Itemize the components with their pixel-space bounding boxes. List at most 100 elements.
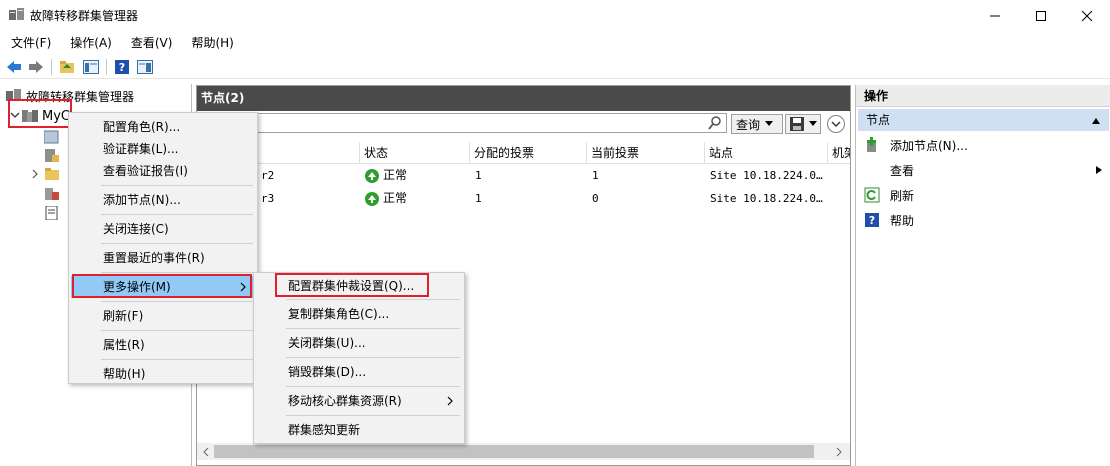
window-title: 故障转移群集管理器 bbox=[30, 9, 139, 23]
menu-help[interactable]: 帮助(H) bbox=[183, 33, 241, 53]
close-icon bbox=[1081, 10, 1093, 21]
chevron-right-icon[interactable] bbox=[30, 168, 44, 182]
menu-bar: 文件(F) 操作(A) 查看(V) 帮助(H) bbox=[0, 33, 1110, 53]
menu-configure-role[interactable]: 配置角色(R)... bbox=[71, 116, 255, 138]
status-cell: 正常 bbox=[359, 164, 469, 187]
site: Site 10.18.224.0… bbox=[710, 169, 823, 182]
submenu-move-core-label: 移动核心群集资源(R) bbox=[288, 394, 402, 408]
col-assigned-votes[interactable]: 分配的投票 bbox=[469, 142, 586, 164]
expand-toggle-button[interactable] bbox=[827, 115, 845, 133]
submenu-destroy-cluster[interactable]: 销毁群集(D)... bbox=[256, 361, 462, 383]
actions-title: 操作 bbox=[856, 85, 1110, 107]
submenu-move-core-resources[interactable]: 移动核心群集资源(R) bbox=[256, 390, 462, 412]
toolbar-separator bbox=[106, 59, 107, 75]
up-folder-button[interactable] bbox=[58, 58, 76, 76]
search-icon[interactable] bbox=[707, 115, 723, 131]
menu-separator bbox=[101, 214, 253, 215]
menu-action[interactable]: 操作(A) bbox=[62, 33, 120, 53]
menu-help[interactable]: 帮助(H) bbox=[71, 363, 255, 385]
action-view[interactable]: 查看 bbox=[856, 158, 1109, 182]
highlight-more-actions bbox=[72, 274, 252, 298]
context-menu: 配置角色(R)... 验证群集(L)... 查看验证报告(I) 添加节点(N).… bbox=[68, 112, 258, 384]
current-votes: 0 bbox=[592, 192, 599, 205]
add-node-icon bbox=[864, 137, 880, 153]
menu-refresh[interactable]: 刷新(F) bbox=[71, 305, 255, 327]
maximize-button[interactable] bbox=[1018, 0, 1064, 31]
table-row[interactable]: r2 正常 1 1 Site 10.18.224.0… bbox=[197, 164, 850, 187]
menu-separator bbox=[286, 357, 460, 358]
submenu-arrow-icon bbox=[1096, 166, 1102, 174]
forward-arrow-icon bbox=[29, 61, 43, 73]
horizontal-scrollbar[interactable] bbox=[197, 443, 850, 460]
search-input[interactable] bbox=[197, 113, 727, 133]
menu-separator bbox=[101, 359, 253, 360]
minimize-icon bbox=[990, 15, 1000, 16]
col-status[interactable]: 状态 bbox=[359, 142, 469, 164]
console-tree-icon bbox=[83, 60, 99, 74]
menu-separator bbox=[101, 272, 253, 273]
show-hide-action-button[interactable] bbox=[136, 58, 154, 76]
title-bar: 故障转移群集管理器 bbox=[0, 0, 1110, 31]
node-name: r3 bbox=[261, 192, 275, 205]
menu-separator bbox=[286, 386, 460, 387]
toolbar: ? bbox=[0, 55, 1110, 79]
networks-icon bbox=[44, 187, 60, 201]
menu-validate-cluster[interactable]: 验证群集(L)... bbox=[71, 138, 255, 160]
menu-separator bbox=[286, 415, 460, 416]
action-refresh[interactable]: 刷新 bbox=[856, 183, 1109, 207]
events-icon bbox=[44, 205, 60, 221]
tree-child-nodes[interactable] bbox=[44, 147, 64, 165]
tree-child-events[interactable] bbox=[44, 204, 64, 222]
current-votes: 1 bbox=[592, 169, 599, 182]
action-help[interactable]: ? 帮助 bbox=[856, 208, 1109, 232]
storage-icon bbox=[44, 168, 60, 182]
site: Site 10.18.224.0… bbox=[710, 192, 823, 205]
submenu-shutdown-cluster[interactable]: 关闭群集(U)... bbox=[256, 332, 462, 354]
query-button[interactable]: 查询 bbox=[731, 114, 783, 134]
scroll-left-icon bbox=[203, 447, 209, 457]
help-icon: ? bbox=[864, 212, 880, 228]
menu-close-connection[interactable]: 关闭连接(C) bbox=[71, 218, 255, 240]
grid-header: 状态 分配的投票 当前投票 站点 机架 bbox=[197, 142, 850, 164]
col-site[interactable]: 站点 bbox=[704, 142, 827, 164]
actions-group-header[interactable]: 节点 bbox=[858, 109, 1109, 131]
back-button[interactable] bbox=[5, 58, 23, 76]
menu-separator bbox=[101, 330, 253, 331]
maximize-icon bbox=[1036, 10, 1046, 21]
menu-reset-recent-events[interactable]: 重置最近的事件(R) bbox=[71, 247, 255, 269]
table-row[interactable]: r3 正常 1 0 Site 10.18.224.0… bbox=[197, 187, 850, 210]
status-text: 正常 bbox=[383, 191, 408, 205]
back-arrow-icon bbox=[7, 61, 21, 73]
assigned-votes: 1 bbox=[475, 169, 482, 182]
help-button[interactable]: ? bbox=[113, 58, 131, 76]
menu-add-node[interactable]: 添加节点(N)... bbox=[71, 189, 255, 211]
menu-view-validation-report[interactable]: 查看验证报告(I) bbox=[71, 160, 255, 182]
tree-child-networks[interactable] bbox=[44, 185, 64, 203]
submenu-cluster-aware-updating[interactable]: 群集感知更新 bbox=[256, 419, 462, 441]
scroll-right-icon bbox=[836, 447, 842, 457]
menu-separator bbox=[286, 328, 460, 329]
show-hide-tree-button[interactable] bbox=[82, 58, 100, 76]
action-add-node[interactable]: 添加节点(N)... bbox=[856, 133, 1109, 157]
roles-icon bbox=[43, 130, 60, 144]
tree-child-roles[interactable] bbox=[43, 128, 64, 146]
minimize-button[interactable] bbox=[972, 0, 1018, 31]
tree-child-storage[interactable] bbox=[30, 166, 64, 184]
submenu-copy-cluster-roles[interactable]: 复制群集角色(C)... bbox=[256, 303, 462, 325]
assigned-votes: 1 bbox=[475, 192, 482, 205]
blank-icon bbox=[864, 162, 880, 178]
col-current-votes[interactable]: 当前投票 bbox=[586, 142, 704, 164]
highlight-cluster-node bbox=[8, 99, 72, 128]
close-button[interactable] bbox=[1064, 0, 1110, 31]
dropdown-arrow-icon bbox=[809, 121, 817, 126]
save-query-button[interactable] bbox=[785, 114, 821, 134]
status-text: 正常 bbox=[383, 168, 408, 182]
forward-button[interactable] bbox=[27, 58, 45, 76]
menu-separator bbox=[101, 185, 253, 186]
col-rack[interactable]: 机架 bbox=[827, 142, 850, 164]
search-bar: 查询 bbox=[197, 113, 850, 135]
menu-file[interactable]: 文件(F) bbox=[3, 33, 59, 53]
menu-properties[interactable]: 属性(R) bbox=[71, 334, 255, 356]
menu-view[interactable]: 查看(V) bbox=[123, 33, 181, 53]
scroll-thumb[interactable] bbox=[214, 445, 814, 458]
